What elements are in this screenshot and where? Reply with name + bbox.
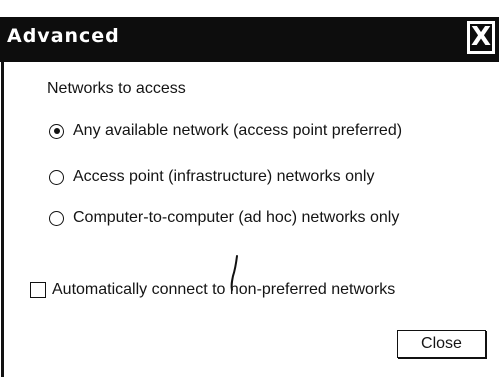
close-window-button[interactable]: X [467, 21, 495, 54]
auto-connect-checkbox-row[interactable]: Automatically connect to non-preferred n… [30, 279, 395, 301]
window-border [1, 62, 4, 377]
radio-label: Access point (infrastructure) networks o… [73, 168, 375, 185]
radio-access-point-only[interactable]: Access point (infrastructure) networks o… [49, 166, 374, 188]
dialog-title: Advanced [7, 25, 120, 47]
advanced-dialog: Advanced X Networks to access Any availa… [0, 0, 499, 377]
radio-label: Computer-to-computer (ad hoc) networks o… [73, 209, 400, 226]
radio-label: Any available network (access point pref… [73, 122, 403, 139]
auto-connect-label: Automatically connect to non-preferred n… [52, 281, 396, 298]
radio-unselected-icon[interactable] [49, 210, 64, 226]
radio-computer-to-computer-only[interactable]: Computer-to-computer (ad hoc) networks o… [49, 207, 399, 229]
networks-group-heading: Networks to access [47, 80, 186, 97]
close-button[interactable]: Close [397, 330, 486, 358]
radio-any-available-network[interactable]: Any available network (access point pref… [49, 120, 402, 142]
title-bar: Advanced X [0, 17, 499, 62]
radio-selected-icon[interactable] [49, 123, 64, 139]
checkbox-unchecked-icon[interactable] [30, 282, 46, 298]
radio-unselected-icon[interactable] [49, 169, 64, 185]
close-icon: X [470, 22, 492, 52]
